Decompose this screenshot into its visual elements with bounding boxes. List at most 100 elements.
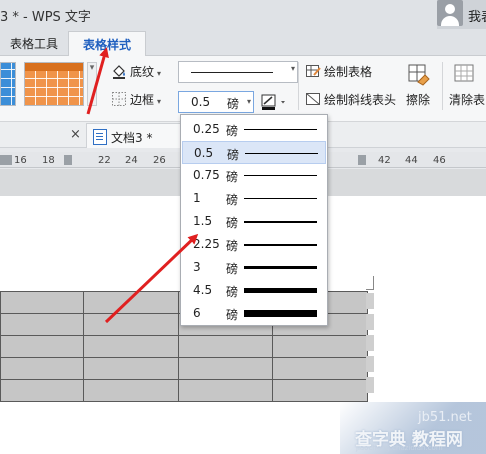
row-end-mark xyxy=(366,293,374,309)
line-weight-option[interactable]: 4.5 磅 xyxy=(182,279,326,302)
line-weight-option[interactable]: 0.75 磅 xyxy=(182,164,326,187)
border-label: 边框 xyxy=(130,93,155,107)
erase-button[interactable]: 擦除 xyxy=(402,62,434,108)
chevron-down-icon[interactable]: ▾ xyxy=(87,62,97,106)
chevron-down-icon: ▾ xyxy=(157,97,162,106)
line-weight-sample xyxy=(244,129,317,130)
table-cell[interactable] xyxy=(83,335,179,358)
ruler-tick: 18 xyxy=(42,155,55,166)
line-weight-option-value: 3 xyxy=(193,260,201,274)
line-weight-sample xyxy=(244,244,317,246)
user-label[interactable]: 我表 xyxy=(468,6,486,25)
line-weight-option-unit: 磅 xyxy=(226,193,239,207)
line-weight-option[interactable]: 3磅 xyxy=(182,256,326,279)
line-weight-option-value: 0.5 xyxy=(194,146,214,160)
line-weight-option-value: 4.5 xyxy=(193,283,213,297)
table-cell[interactable] xyxy=(0,357,84,380)
ruler-tick: 22 xyxy=(98,155,111,166)
draw-diagonal-label: 绘制斜线表头 xyxy=(324,93,397,107)
line-weight-option[interactable]: 1磅 xyxy=(182,187,326,210)
page-corner-mark xyxy=(373,276,374,290)
clear-label: 清除表 xyxy=(449,93,486,107)
line-weight-option[interactable]: 0.25 磅 xyxy=(182,118,326,141)
line-weight-option-unit: 磅 xyxy=(226,262,239,276)
table-cell[interactable] xyxy=(178,379,273,402)
line-weight-option[interactable]: 2.25 磅 xyxy=(182,233,326,256)
line-style-select[interactable]: ▾ xyxy=(178,61,298,83)
close-icon[interactable]: × xyxy=(70,127,81,142)
pen-color-icon xyxy=(261,94,285,110)
pen-color-button[interactable] xyxy=(259,91,293,113)
tab-table-tools[interactable]: 表格工具 xyxy=(0,31,68,57)
table-cell[interactable] xyxy=(83,313,179,336)
line-style-sample xyxy=(191,72,273,73)
table-cell[interactable] xyxy=(83,357,179,380)
ruler-margin xyxy=(0,155,12,165)
border-button[interactable]: 边框 ▾ xyxy=(111,89,161,111)
draw-table-button[interactable]: 绘制表格 xyxy=(305,61,372,83)
line-weight-sample xyxy=(244,221,317,223)
line-weight-option-unit: 磅 xyxy=(226,239,239,253)
draw-table-icon xyxy=(305,63,321,79)
chevron-down-icon: ▾ xyxy=(290,64,295,73)
line-weight-option[interactable]: 6磅 xyxy=(182,302,326,325)
line-weight-option-unit: 磅 xyxy=(226,216,239,230)
line-weight-sample xyxy=(244,310,317,317)
line-weight-unit: 磅 xyxy=(227,97,240,111)
table-cell[interactable] xyxy=(272,357,368,380)
table-cell[interactable] xyxy=(83,379,179,402)
table-cell[interactable] xyxy=(272,379,368,402)
line-weight-option-value: 0.75 xyxy=(193,168,220,182)
row-end-mark xyxy=(366,356,374,372)
table-cell[interactable] xyxy=(272,335,368,358)
table-cell[interactable] xyxy=(178,335,273,358)
document-icon xyxy=(93,129,107,145)
line-weight-option-unit: 磅 xyxy=(226,170,239,184)
line-weight-option-value: 1.5 xyxy=(193,214,213,228)
line-weight-option-value: 0.25 xyxy=(193,122,220,136)
ruler-tick: 24 xyxy=(125,155,138,166)
line-weight-value: 0.5 xyxy=(191,95,211,109)
clear-table-style-button[interactable]: 清除表 xyxy=(449,62,486,108)
table-style-thumbnail-orange[interactable] xyxy=(24,62,84,106)
line-weight-option-unit: 磅 xyxy=(226,124,239,138)
ruler-tick: 44 xyxy=(405,155,418,166)
table-cell[interactable] xyxy=(0,291,84,314)
border-grid-icon xyxy=(111,91,127,107)
draw-table-label: 绘制表格 xyxy=(324,65,373,79)
chevron-down-icon: ▾ xyxy=(157,69,162,78)
line-weight-option-unit: 磅 xyxy=(226,285,239,299)
draw-diagonal-header-button[interactable]: 绘制斜线表头 xyxy=(305,89,396,111)
ribbon-divider xyxy=(442,62,443,110)
ruler-column-marker[interactable] xyxy=(358,155,366,165)
shading-button[interactable]: 底纹 ▾ xyxy=(111,61,161,83)
tab-table-style[interactable]: 表格样式 xyxy=(68,31,146,57)
table-cell[interactable] xyxy=(178,357,273,380)
line-weight-option[interactable]: 0.5 磅 xyxy=(182,141,326,164)
line-weight-option-value: 6 xyxy=(193,306,201,320)
watermark-site: jb51.net xyxy=(418,410,472,425)
row-end-mark xyxy=(366,314,374,330)
paint-bucket-icon xyxy=(111,63,127,79)
table-cell[interactable] xyxy=(0,335,84,358)
document-tab[interactable]: 文档3 * xyxy=(86,123,181,148)
table-style-thumbnail-blue[interactable] xyxy=(0,62,16,106)
line-weight-dropdown: 0.25 磅 0.5 磅 0.75 磅 1 磅 1.5 磅 2.25 磅 3 磅 4.5 磅 6 磅 xyxy=(180,114,328,326)
watermark-url: jiaocheng.chazidian.com xyxy=(356,444,443,452)
table-cell[interactable] xyxy=(0,313,84,336)
line-weight-option[interactable]: 1.5 磅 xyxy=(182,210,326,233)
chevron-down-icon: ▾ xyxy=(246,97,251,106)
row-end-mark xyxy=(366,335,374,351)
ruler-column-marker[interactable] xyxy=(64,155,72,165)
avatar[interactable] xyxy=(437,0,463,26)
window-title: 3 * - WPS 文字 xyxy=(0,10,91,25)
ruler-tick: 46 xyxy=(433,155,446,166)
table-cell[interactable] xyxy=(0,379,84,402)
clear-style-icon xyxy=(454,64,474,82)
page-corner-mark xyxy=(366,289,374,290)
table-cell[interactable] xyxy=(83,291,179,314)
table-row xyxy=(0,357,368,380)
line-weight-select[interactable]: 0.5 磅 ▾ xyxy=(178,91,254,113)
ruler-tick: 42 xyxy=(378,155,391,166)
line-weight-option-unit: 磅 xyxy=(227,148,240,162)
